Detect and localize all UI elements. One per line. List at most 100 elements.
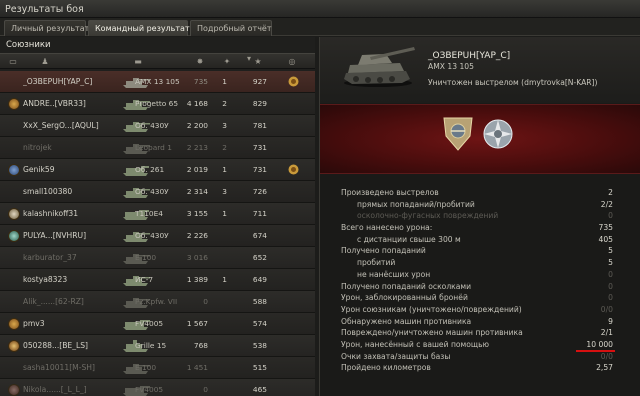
stat-label: Произведено выстрелов [341,188,439,197]
vehicle-image-icon [344,47,415,87]
clan-icon [8,208,20,220]
tab-bar: Личный результат Командный результат Под… [0,18,640,36]
stat-row: Урон, заблокированный бронёй 0 [320,292,640,304]
player-row[interactable]: Genik59 Об. 261 2 019 1 731 [0,159,315,181]
damage-value: 1 451 [186,363,208,372]
xp-value: 515 [252,363,267,372]
xp-value: 711 [252,209,267,218]
stat-label: Получено попаданий осколками [341,281,472,291]
stat-row: Получено попаданий 5 [320,245,640,257]
xp-value: 574 [252,319,267,328]
stat-value: 0/0 [600,304,613,314]
xp-value: 649 [252,275,267,284]
player-row[interactable]: ANDRE..[VBR33] Progetto 65 4 168 2 829 [0,93,315,115]
xp-column-icon[interactable]: ★ [253,57,263,66]
stat-label: не нанёсших урон [357,269,431,279]
player-name: sasha10011[M-SH] [23,363,95,372]
xp-value: 674 [252,231,267,240]
medal-icon[interactable] [287,163,300,176]
medal-icon[interactable] [287,75,300,88]
player-row[interactable]: kalashnikoff31 T110E4 3 155 1 711 [0,203,315,225]
column-header: ▭ ♟ ▬ ✸ ✦ ★ ▾ ◎ [0,53,315,69]
stat-label: Обнаружено машин противника [341,316,472,326]
stat-label: Урон, заблокированный бронёй [341,293,468,303]
player-name: karburator_37 [23,253,77,262]
stat-row: Получено попаданий осколками 0 [320,281,640,293]
player-row[interactable]: PULYA...[NVHRU] Об. 430У 2 226 674 [0,225,315,247]
squad-column-icon[interactable]: ▭ [8,57,18,66]
player-name: Genik59 [23,165,55,174]
xp-value: 927 [252,77,267,86]
damage-value: 2 019 [186,165,208,174]
stat-value: 9 [608,316,613,326]
player-row[interactable]: sasha10011[M-SH] E 100 1 451 515 [0,357,315,379]
xp-value: 829 [252,99,267,108]
stats-list: Произведено выстрелов 2 прямых попаданий/… [320,187,640,374]
achievements-band [320,104,640,174]
tab-personal-result[interactable]: Личный результат [4,20,89,36]
player-name: Nikola......[_L_L_] [23,385,87,394]
team-panel: Союзники ▭ ♟ ▬ ✸ ✦ ★ ▾ ◎ _OЗВЕРUH[YAP_C]… [0,37,315,396]
detail-player-name: _OЗВЕРUH[YAP_C] [428,51,511,61]
kills-value: 1 [222,275,227,284]
player-row[interactable]: _OЗВЕРUH[YAP_C] AMX 13 105 735 1 927 [0,71,315,93]
allies-title: Союзники [6,40,51,50]
xp-value: 538 [252,341,267,350]
damage-value: 4 168 [186,99,208,108]
damage-value: 2 314 [186,187,208,196]
clan-icon [8,230,20,242]
kills-value: 2 [222,99,227,108]
stat-row: с дистанции свыше 300 м 405 [320,234,640,246]
stat-row: Пройдено километров 2,57 [320,362,640,374]
stat-value: 2/2 [600,199,613,209]
vehicle-column-icon[interactable]: ▬ [128,57,148,66]
tab-team-result[interactable]: Командный результат [88,20,190,36]
stat-row: Урон, нанесённый с вашей помощью 10 000 [320,339,640,352]
xp-value: 726 [252,187,267,196]
player-row[interactable]: Alik_......[62-RZ] Pz.Kpfw. VII 0 588 [0,291,315,313]
player-column-icon[interactable]: ♟ [40,57,50,66]
assisted-damage-value: 10 000 [586,339,613,349]
player-name: ANDRE..[VBR33] [23,99,86,108]
stat-row: Урон союзникам (уничтожено/повреждений) 0… [320,304,640,316]
stat-value: 5 [608,258,613,268]
kills-column-icon[interactable]: ✦ [222,57,232,66]
player-row[interactable]: Nikola......[_L_L_] FV4005 0 465 [0,379,315,396]
stat-value: 735 [598,223,614,233]
stat-label: осколочно-фугасных повреждений [357,211,499,221]
xp-value: 781 [252,121,267,130]
xp-value: 652 [252,253,267,262]
stat-row: осколочно-фугасных повреждений 0 [320,210,640,222]
player-row[interactable]: nitrojek Leopard 1 2 213 2 731 [0,137,315,159]
player-row[interactable]: small100380 Об. 430У 2 314 3 726 [0,181,315,203]
damage-value: 768 [193,341,208,350]
player-row[interactable]: karburator_37 E 100 3 016 652 [0,247,315,269]
player-row[interactable]: 050288...[BE_LS] Grille 15 768 538 [0,335,315,357]
stat-label: Повреждено/уничтожено машин противника [341,328,523,338]
window-title: Результаты боя [0,0,640,18]
tab-detailed-report[interactable]: Подробный отчёт [190,20,272,36]
player-row[interactable]: kostya8323 ИС-7 1 389 1 649 [0,269,315,291]
stat-value: 0 [608,281,613,291]
detail-header: _OЗВЕРUH[YAP_C] AMX 13 105 Уничтожен выс… [320,37,640,103]
stat-value: 2,57 [596,363,613,373]
detail-vehicle-name: AMX 13 105 [428,62,474,71]
player-name: _OЗВЕРUH[YAP_C] [23,77,93,86]
stat-row: Всего нанесено урона: 735 [320,222,640,234]
achievement-cross-icon[interactable] [480,114,516,154]
player-list: _OЗВЕРUH[YAP_C] AMX 13 105 735 1 927 AND… [0,71,315,396]
player-name: PULYA...[NVHRU] [23,231,87,240]
stat-value: 5 [608,246,613,256]
medals-column-icon[interactable]: ◎ [287,57,297,66]
xp-value: 731 [252,165,267,174]
stat-label: Урон союзникам (уничтожено/повреждений) [341,304,522,314]
player-row[interactable]: XxX_SergO...[AQUL] Об. 430У 2 200 3 781 [0,115,315,137]
damage-column-icon[interactable]: ✸ [195,57,205,66]
achievement-medal-icon[interactable] [440,114,476,154]
stat-value: 2 [608,188,613,197]
player-row[interactable]: pmv3 FV4005 1 567 574 [0,313,315,335]
stat-label: Всего нанесено урона: [341,223,433,233]
damage-value: 735 [193,77,208,86]
stat-row: прямых попаданий/пробитий 2/2 [320,199,640,211]
death-status: Уничтожен выстрелом (dmytrovka[N-KAR]) [428,78,598,87]
